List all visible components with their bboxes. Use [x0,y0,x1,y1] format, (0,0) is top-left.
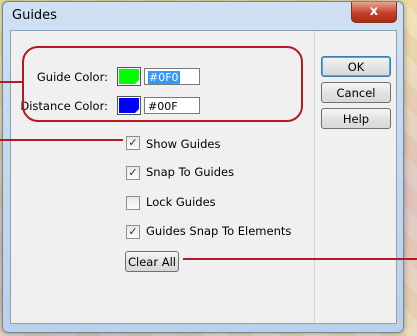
title-bar[interactable]: Guides x [3,2,403,30]
clear-all-button[interactable]: Clear All [125,251,179,272]
help-button[interactable]: Help [321,108,391,129]
callout-line-colors [0,81,22,83]
guides-snap-to-elements-label: Guides Snap To Elements [146,224,292,238]
cancel-button[interactable]: Cancel [321,82,391,103]
show-guides-label: Show Guides [146,137,221,151]
close-icon: x [369,4,379,19]
close-button[interactable]: x [351,2,397,23]
color-fields-highlight [22,46,303,122]
callout-line-clear-all [183,258,417,260]
lock-guides-label: Lock Guides [146,195,216,209]
ok-button[interactable]: OK [321,56,391,77]
lock-guides-checkbox[interactable] [126,196,140,210]
show-guides-checkbox[interactable]: ✓ [126,136,140,150]
column-divider [314,31,315,323]
snap-to-guides-label: Snap To Guides [146,165,235,179]
snap-to-guides-checkbox[interactable]: ✓ [126,166,140,180]
guides-snap-to-elements-checkbox[interactable]: ✓ [126,225,140,239]
dialog-title: Guides [12,8,57,23]
callout-line-show-guides [0,139,123,141]
